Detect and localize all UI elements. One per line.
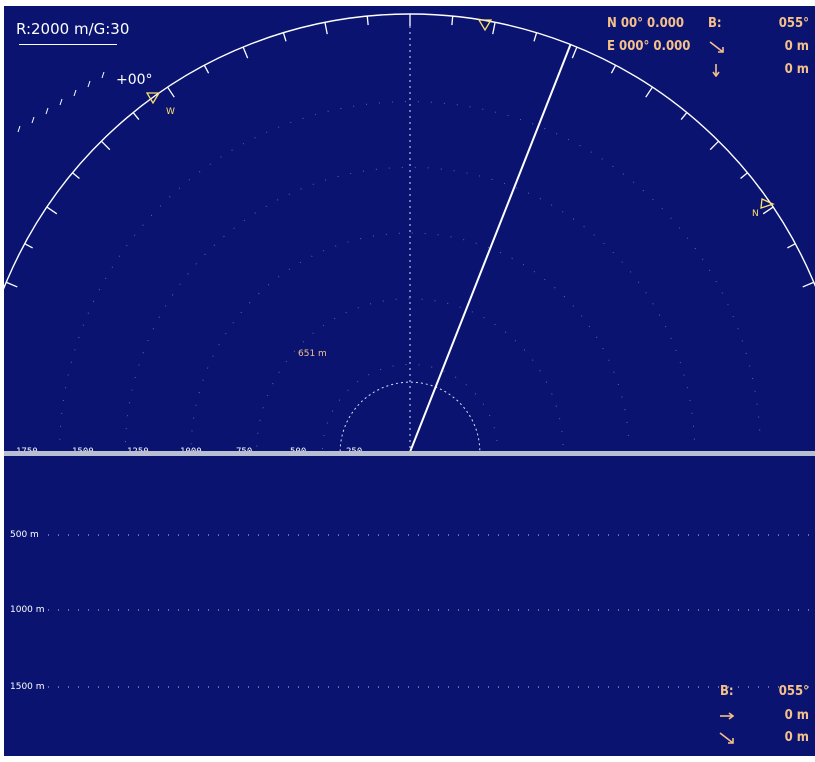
bearing-tick [533,32,538,42]
range-ring-label: 651 m [298,349,327,359]
depth-label: 1500 m [10,682,45,692]
bearing-tick [571,46,578,59]
right-arrow-icon [720,712,735,720]
bearing-tick [451,16,454,26]
compass-west-letter: W [166,107,175,117]
tilt-tick [31,116,35,124]
bearing-tick [167,86,175,98]
bearing-tick [132,112,140,120]
latitude-readout: N 00° 0.000 [607,16,685,31]
bearing-tick [709,140,720,151]
bearing-tick [680,112,688,120]
tilt-label: +00° [116,72,153,88]
bearing-tick [46,206,58,215]
tilt-tick [101,71,105,79]
faint-range-ring [321,363,499,449]
bearing-tick [242,46,249,59]
north-triangle-marker [760,198,775,209]
depth-label: 500 m [10,530,39,540]
top-bearing-value: 055° [778,16,809,31]
vertical-sonar-view[interactable]: 500 m 1000 m 1500 m B: 055° 0 m 0 m [4,456,815,756]
bottom-bearing-value: 055° [778,684,809,699]
tilt-tick [73,89,77,97]
top-horizontal-value: 0 m [784,39,809,54]
tilt-tick [59,98,63,106]
bearing-tick [24,243,33,249]
depth-label: 1000 m [10,605,45,615]
compass-north-letter: N [752,209,759,219]
depth-grid-graphics [48,534,815,688]
sonar-display: R:2000 m/G:30 +00° W N N 00° 0.000 E 000… [0,0,815,762]
tilt-tick [45,107,49,115]
tilt-tick-marks [17,71,105,133]
bearing-tick [100,140,111,151]
slant-down-arrow-icon [709,41,724,53]
bearing-tick [366,16,369,26]
horizontal-sonar-view[interactable]: R:2000 m/G:30 +00° W N N 00° 0.000 E 000… [4,6,815,457]
bearing-tick [645,86,653,98]
bottom-slant-value: 0 m [784,730,809,745]
range-underline [19,44,117,45]
longitude-readout: E 000° 0.000 [607,39,691,54]
bearing-tick [802,281,815,288]
top-bearing-label: B: [708,16,722,31]
bearing-tick [72,172,80,180]
tilt-tick [87,80,91,88]
bearing-tick [610,64,617,74]
bearing-tick [5,281,18,288]
bearing-tick [282,32,287,42]
bearing-tick [762,206,774,215]
bearing-tick [203,64,210,74]
bearing-tick [324,22,328,35]
slant-down-arrow-icon [719,732,734,744]
bearing-tick [787,243,796,249]
down-arrow-icon [712,64,720,77]
tilt-tick [17,125,21,133]
range-gain-label: R:2000 m/G:30 [16,20,130,38]
bearing-line[interactable] [409,44,572,452]
top-depth-value: 0 m [784,62,809,77]
bottom-bearing-label: B: [720,684,734,699]
bottom-horizontal-value: 0 m [784,708,809,723]
bearing-tick [740,172,748,180]
faint-range-ring [124,166,696,443]
bearing-tick [492,22,496,35]
